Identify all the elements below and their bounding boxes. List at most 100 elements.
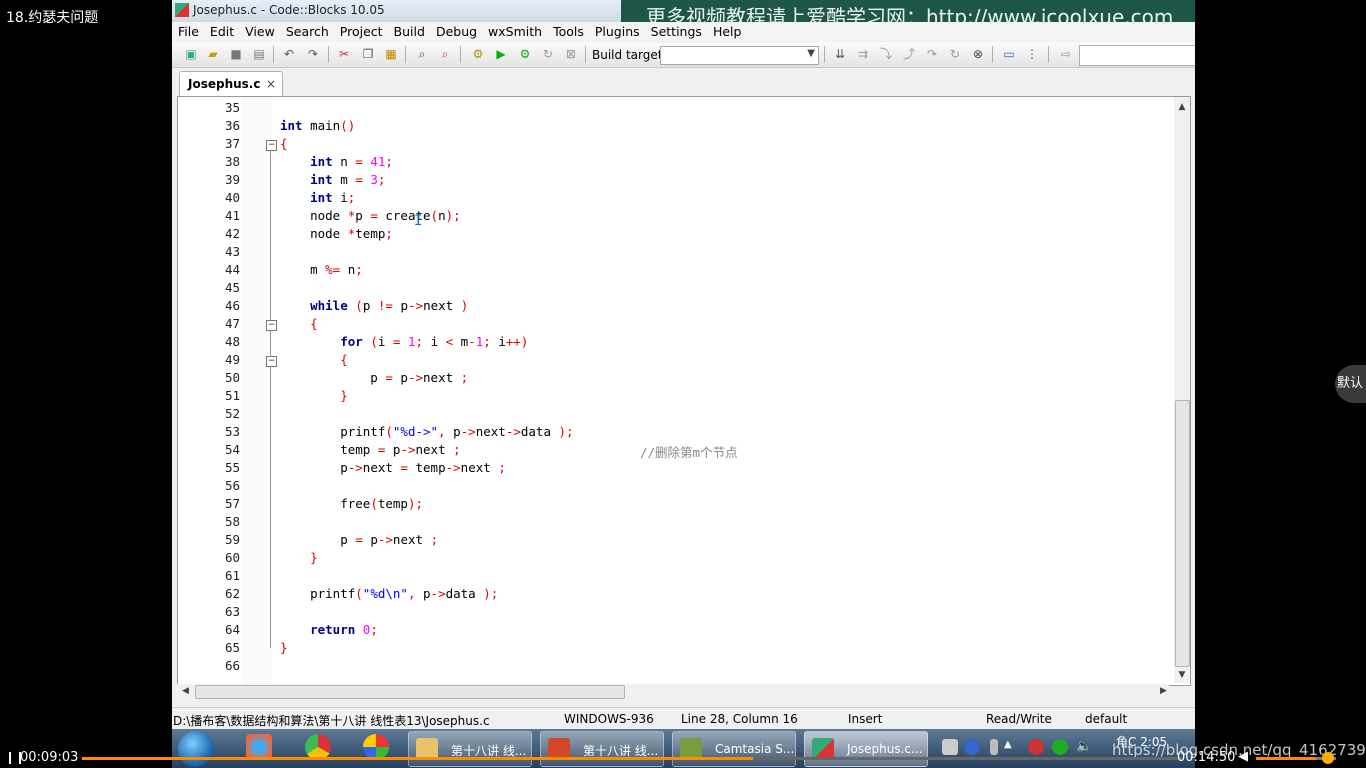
scroll-right-icon[interactable]: ▶: [1160, 684, 1167, 699]
menu-project[interactable]: Project: [334, 22, 388, 39]
code-line: }: [340, 388, 348, 403]
code-line: {: [340, 352, 348, 367]
progress-bar[interactable]: [82, 757, 1182, 760]
menu-view[interactable]: View: [239, 22, 280, 39]
line-number: 46: [224, 298, 240, 313]
horizontal-scroll-thumb[interactable]: [195, 685, 625, 699]
line-number: 39: [224, 172, 240, 187]
vertical-scrollbar[interactable]: ▲ ▼: [1174, 97, 1190, 683]
copy-icon[interactable]: ❐: [360, 46, 376, 62]
debug-step-into-icon[interactable]: ⤵: [878, 46, 894, 62]
new-file-icon[interactable]: ▣: [183, 46, 199, 62]
debug-step-out-icon[interactable]: ⤴: [901, 46, 917, 62]
replace-icon[interactable]: ⌕: [437, 46, 453, 62]
menu-tools[interactable]: Tools: [547, 22, 589, 39]
code-line: p = p->next ;: [280, 532, 439, 547]
editor-tab-bar: Josephus.c ×: [172, 68, 1195, 96]
side-badge[interactable]: 默认: [1335, 365, 1366, 403]
toolbar-separator: [405, 46, 406, 63]
horizontal-scrollbar[interactable]: ◀ ▶: [177, 684, 1169, 699]
menu-debug[interactable]: Debug: [430, 22, 482, 39]
save-all-icon[interactable]: ▤: [251, 46, 267, 62]
status-cursor-position: Line 28, Column 16: [681, 712, 798, 726]
menu-help[interactable]: Help: [707, 22, 747, 39]
code-editor[interactable]: 35 36 37 38 39 40 41 42 43 44 45 46 47 4…: [177, 96, 1191, 686]
code-comment: //删除第m个节点: [640, 445, 738, 460]
build-and-run-icon[interactable]: ⚙: [517, 46, 533, 62]
line-number: 62: [224, 586, 240, 601]
video-title: 18.约瑟夫问题: [6, 10, 99, 26]
total-time: 00:14:50: [1177, 750, 1236, 765]
toolbar-separator: [273, 46, 274, 63]
line-number: 36: [224, 118, 240, 133]
cut-icon[interactable]: ✂: [336, 46, 352, 62]
build-gear-icon[interactable]: ⚙: [470, 46, 486, 62]
scroll-left-icon[interactable]: ◀: [182, 684, 189, 699]
line-number: 50: [224, 370, 240, 385]
status-file-path: D:\播布客\数据结构和算法\第十八讲 线性表13\Josephus.c: [173, 714, 490, 728]
volume-icon[interactable]: ◀: [1238, 749, 1248, 764]
codeblocks-window: Josephus.c - Code::Blocks 10.05 更多视频教程请上…: [172, 0, 1195, 729]
paste-icon[interactable]: ▦: [383, 46, 399, 62]
line-number: 38: [224, 154, 240, 169]
run-icon[interactable]: ▶: [493, 46, 509, 62]
code-line: for (i = 1; i < m-1; i++): [340, 334, 529, 349]
menu-edit[interactable]: Edit: [204, 22, 239, 39]
abort-icon[interactable]: ⊠: [563, 46, 579, 62]
menu-file[interactable]: File: [172, 22, 204, 39]
build-target-select[interactable]: ▼: [660, 46, 819, 65]
debug-continue-icon[interactable]: ↻: [947, 46, 963, 62]
code-line: int n = 41;: [310, 154, 393, 169]
debug-stop-icon[interactable]: ⊗: [970, 46, 986, 62]
fold-collapse-icon[interactable]: −: [266, 356, 277, 367]
redo-icon[interactable]: ↷: [305, 46, 321, 62]
open-folder-icon[interactable]: ▰: [205, 46, 221, 62]
line-number: 52: [224, 406, 240, 421]
toolbar-separator: [585, 46, 586, 63]
rebuild-icon[interactable]: ↻: [540, 46, 556, 62]
close-icon[interactable]: ×: [266, 77, 276, 91]
volume-knob[interactable]: [1322, 752, 1334, 764]
status-bar: D:\播布客\数据结构和算法\第十八讲 线性表13\Josephus.c WIN…: [172, 707, 1195, 729]
toolbar-separator: [824, 46, 825, 63]
status-insert-mode: Insert: [848, 712, 883, 726]
code-line: printf("%d->", p->next->data );: [280, 424, 574, 439]
debug-info-icon[interactable]: ⋮: [1024, 46, 1040, 62]
line-number: 60: [224, 550, 240, 565]
save-icon[interactable]: ■: [228, 46, 244, 62]
jump-icon[interactable]: ⇨: [1058, 46, 1074, 62]
menu-settings[interactable]: Settings: [645, 22, 707, 39]
code-line: int i;: [310, 190, 356, 205]
volume-fill: [1256, 757, 1316, 760]
vertical-scroll-thumb[interactable]: [1175, 400, 1190, 667]
line-number: 56: [224, 478, 240, 493]
menu-build[interactable]: Build: [388, 22, 430, 39]
toolbar-search-input[interactable]: [1079, 45, 1195, 66]
code-line: m %= n;: [280, 262, 363, 277]
status-profile: default: [1085, 712, 1128, 726]
line-number: 37: [224, 136, 240, 151]
line-number: 41: [224, 208, 240, 223]
menu-wxsmith[interactable]: wxSmith: [482, 22, 547, 39]
scroll-down-icon[interactable]: ▼: [1174, 667, 1190, 683]
debug-next-line-icon[interactable]: ⇉: [855, 46, 871, 62]
toolbar-separator: [328, 46, 329, 63]
line-number: 44: [224, 262, 240, 277]
toolbar-separator: [460, 46, 461, 63]
debug-windows-icon[interactable]: ▭: [1001, 46, 1017, 62]
fold-collapse-icon[interactable]: −: [266, 320, 277, 331]
status-access: Read/Write: [986, 712, 1052, 726]
scroll-up-icon[interactable]: ▲: [1174, 99, 1190, 115]
debug-next-instruction-icon[interactable]: ↷: [924, 46, 940, 62]
menu-search[interactable]: Search: [280, 22, 334, 39]
line-number: 58: [224, 514, 240, 529]
menu-plugins[interactable]: Plugins: [589, 22, 645, 39]
line-number-gutter: 35 36 37 38 39 40 41 42 43 44 45 46 47 4…: [178, 97, 242, 685]
code-line: temp = p->next ;: [280, 442, 461, 457]
debug-run-to-cursor-icon[interactable]: ⇊: [832, 46, 848, 62]
undo-icon[interactable]: ↶: [281, 46, 297, 62]
code-line: }: [310, 550, 318, 565]
tab-josephus-c[interactable]: Josephus.c ×: [179, 71, 283, 96]
fold-collapse-icon[interactable]: −: [266, 140, 277, 151]
find-icon[interactable]: ⌕: [414, 46, 430, 62]
